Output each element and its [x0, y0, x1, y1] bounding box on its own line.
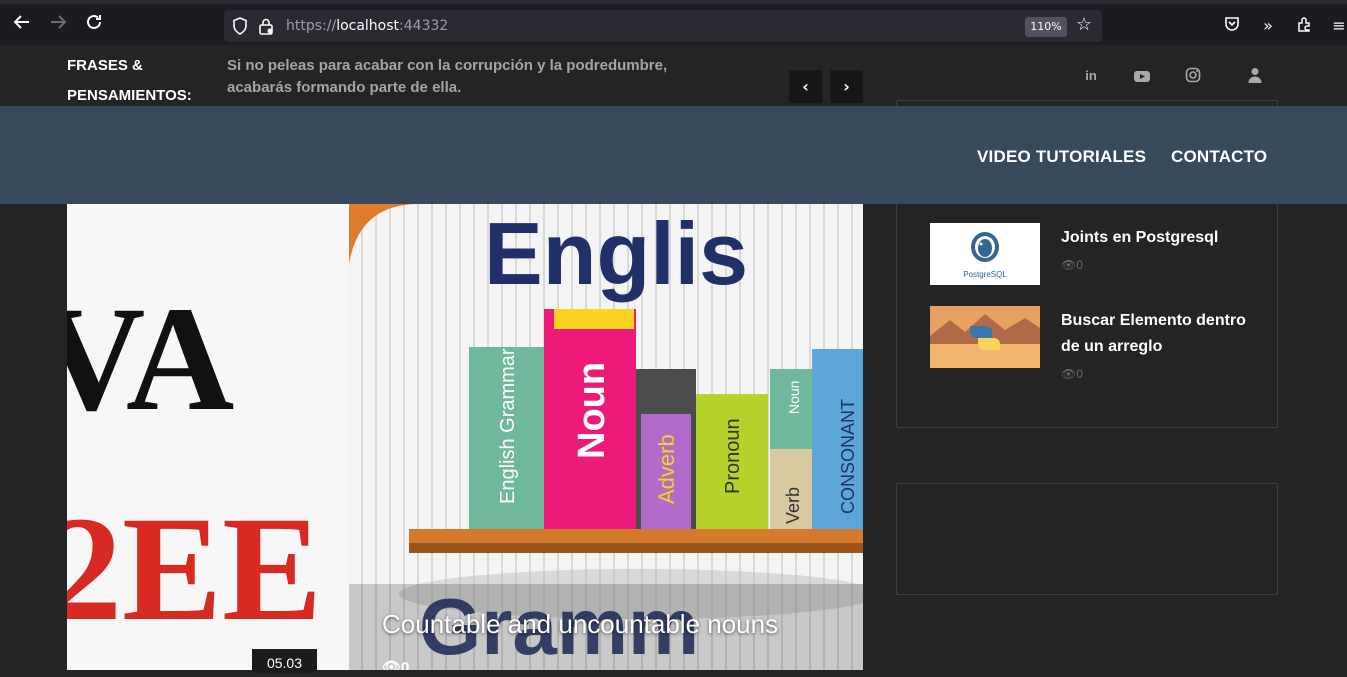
post-views: 👁0	[1061, 367, 1083, 381]
url-scheme: https://	[286, 18, 337, 34]
pocket-icon[interactable]	[1221, 15, 1243, 37]
left-image-text-bottom: 2EE	[67, 486, 322, 652]
shield-icon[interactable]	[232, 17, 248, 35]
forward-button[interactable]	[43, 11, 73, 41]
views-count: 0	[1076, 367, 1083, 381]
left-image-text-top: VA	[67, 276, 234, 442]
url-text[interactable]: https://localhost:44332	[286, 18, 448, 34]
thumbnail-text: PostgreSQL	[963, 270, 1007, 279]
overflow-chevrons-icon[interactable]: »	[1257, 15, 1279, 37]
featured-image-main: Englis English Grammar Noun Adverb Prono…	[349, 204, 863, 670]
extensions-icon[interactable]	[1293, 15, 1315, 37]
bookmark-star-icon[interactable]: ☆	[1076, 14, 1092, 35]
eye-icon: 👁	[382, 659, 402, 670]
back-button[interactable]	[7, 11, 37, 41]
url-bar[interactable]: https://localhost:44332 110% ☆	[224, 10, 1102, 42]
views-count: 0	[401, 659, 410, 670]
nav-contacto[interactable]: CONTACTO	[1171, 147, 1267, 167]
book-label: CONSONANT	[838, 399, 858, 514]
nav-video-tutoriales[interactable]: VIDEO TUTORIALES	[977, 147, 1146, 167]
book-label: Pronoun	[722, 418, 744, 494]
sidebar-widget-empty	[896, 483, 1278, 595]
featured-views: 👁0	[382, 658, 409, 670]
book-label: Adverb	[654, 434, 679, 504]
url-port: :44332	[399, 18, 449, 34]
post-title[interactable]: Buscar Elemento dentro de un arreglo	[1061, 308, 1251, 360]
linkedin-icon[interactable]: in	[1082, 67, 1100, 85]
zoom-indicator[interactable]: 110%	[1025, 17, 1067, 37]
book-label: Noun	[786, 381, 802, 414]
browser-toolbar: https://localhost:44332 110% ☆ » ≡	[0, 0, 1347, 45]
post-views: 👁0	[1061, 258, 1083, 272]
featured-title[interactable]: Countable and uncountable nouns	[382, 609, 778, 640]
post-title[interactable]: Joints en Postgresql	[1061, 225, 1251, 251]
book-label: English Grammar	[497, 348, 519, 504]
date-badge: 05.03	[252, 649, 317, 673]
featured-image-left: VA 2EE	[67, 204, 349, 670]
post-thumbnail[interactable]	[930, 306, 1040, 368]
quote-prev-button[interactable]: ‹	[789, 70, 822, 103]
quote-bar: FRASES & PENSAMIENTOS: Si no peleas para…	[0, 45, 1347, 106]
featured-card-main[interactable]: Englis English Grammar Noun Adverb Prono…	[349, 204, 863, 670]
eye-icon: 👁	[1061, 258, 1077, 272]
lock-icon[interactable]	[258, 17, 274, 35]
featured-card-left[interactable]: VA 2EE	[67, 204, 349, 670]
url-host: localhost	[336, 18, 400, 34]
youtube-icon[interactable]	[1133, 67, 1151, 85]
eye-icon: 👁	[1061, 367, 1077, 381]
views-count: 0	[1076, 258, 1083, 272]
arrow-right-icon	[51, 15, 67, 29]
instagram-icon[interactable]	[1184, 67, 1202, 85]
arrow-left-icon	[13, 15, 29, 29]
reload-button[interactable]	[79, 11, 109, 41]
quote-label: FRASES & PENSAMIENTOS:	[67, 57, 192, 104]
main-nav: VIDEO TUTORIALES CONTACTO	[0, 106, 1347, 204]
quote-next-button[interactable]: ›	[830, 70, 863, 103]
image-word-english: Englis	[484, 204, 748, 303]
post-thumbnail[interactable]: PostgreSQL	[930, 223, 1040, 285]
reload-icon	[87, 14, 101, 29]
quote-text: Si no peleas para acabar con la corrupci…	[227, 57, 668, 96]
menu-icon[interactable]: ≡	[1328, 15, 1347, 37]
book-label: Verb	[783, 487, 803, 524]
book-label: Noun	[571, 362, 613, 459]
user-icon[interactable]	[1246, 67, 1264, 85]
